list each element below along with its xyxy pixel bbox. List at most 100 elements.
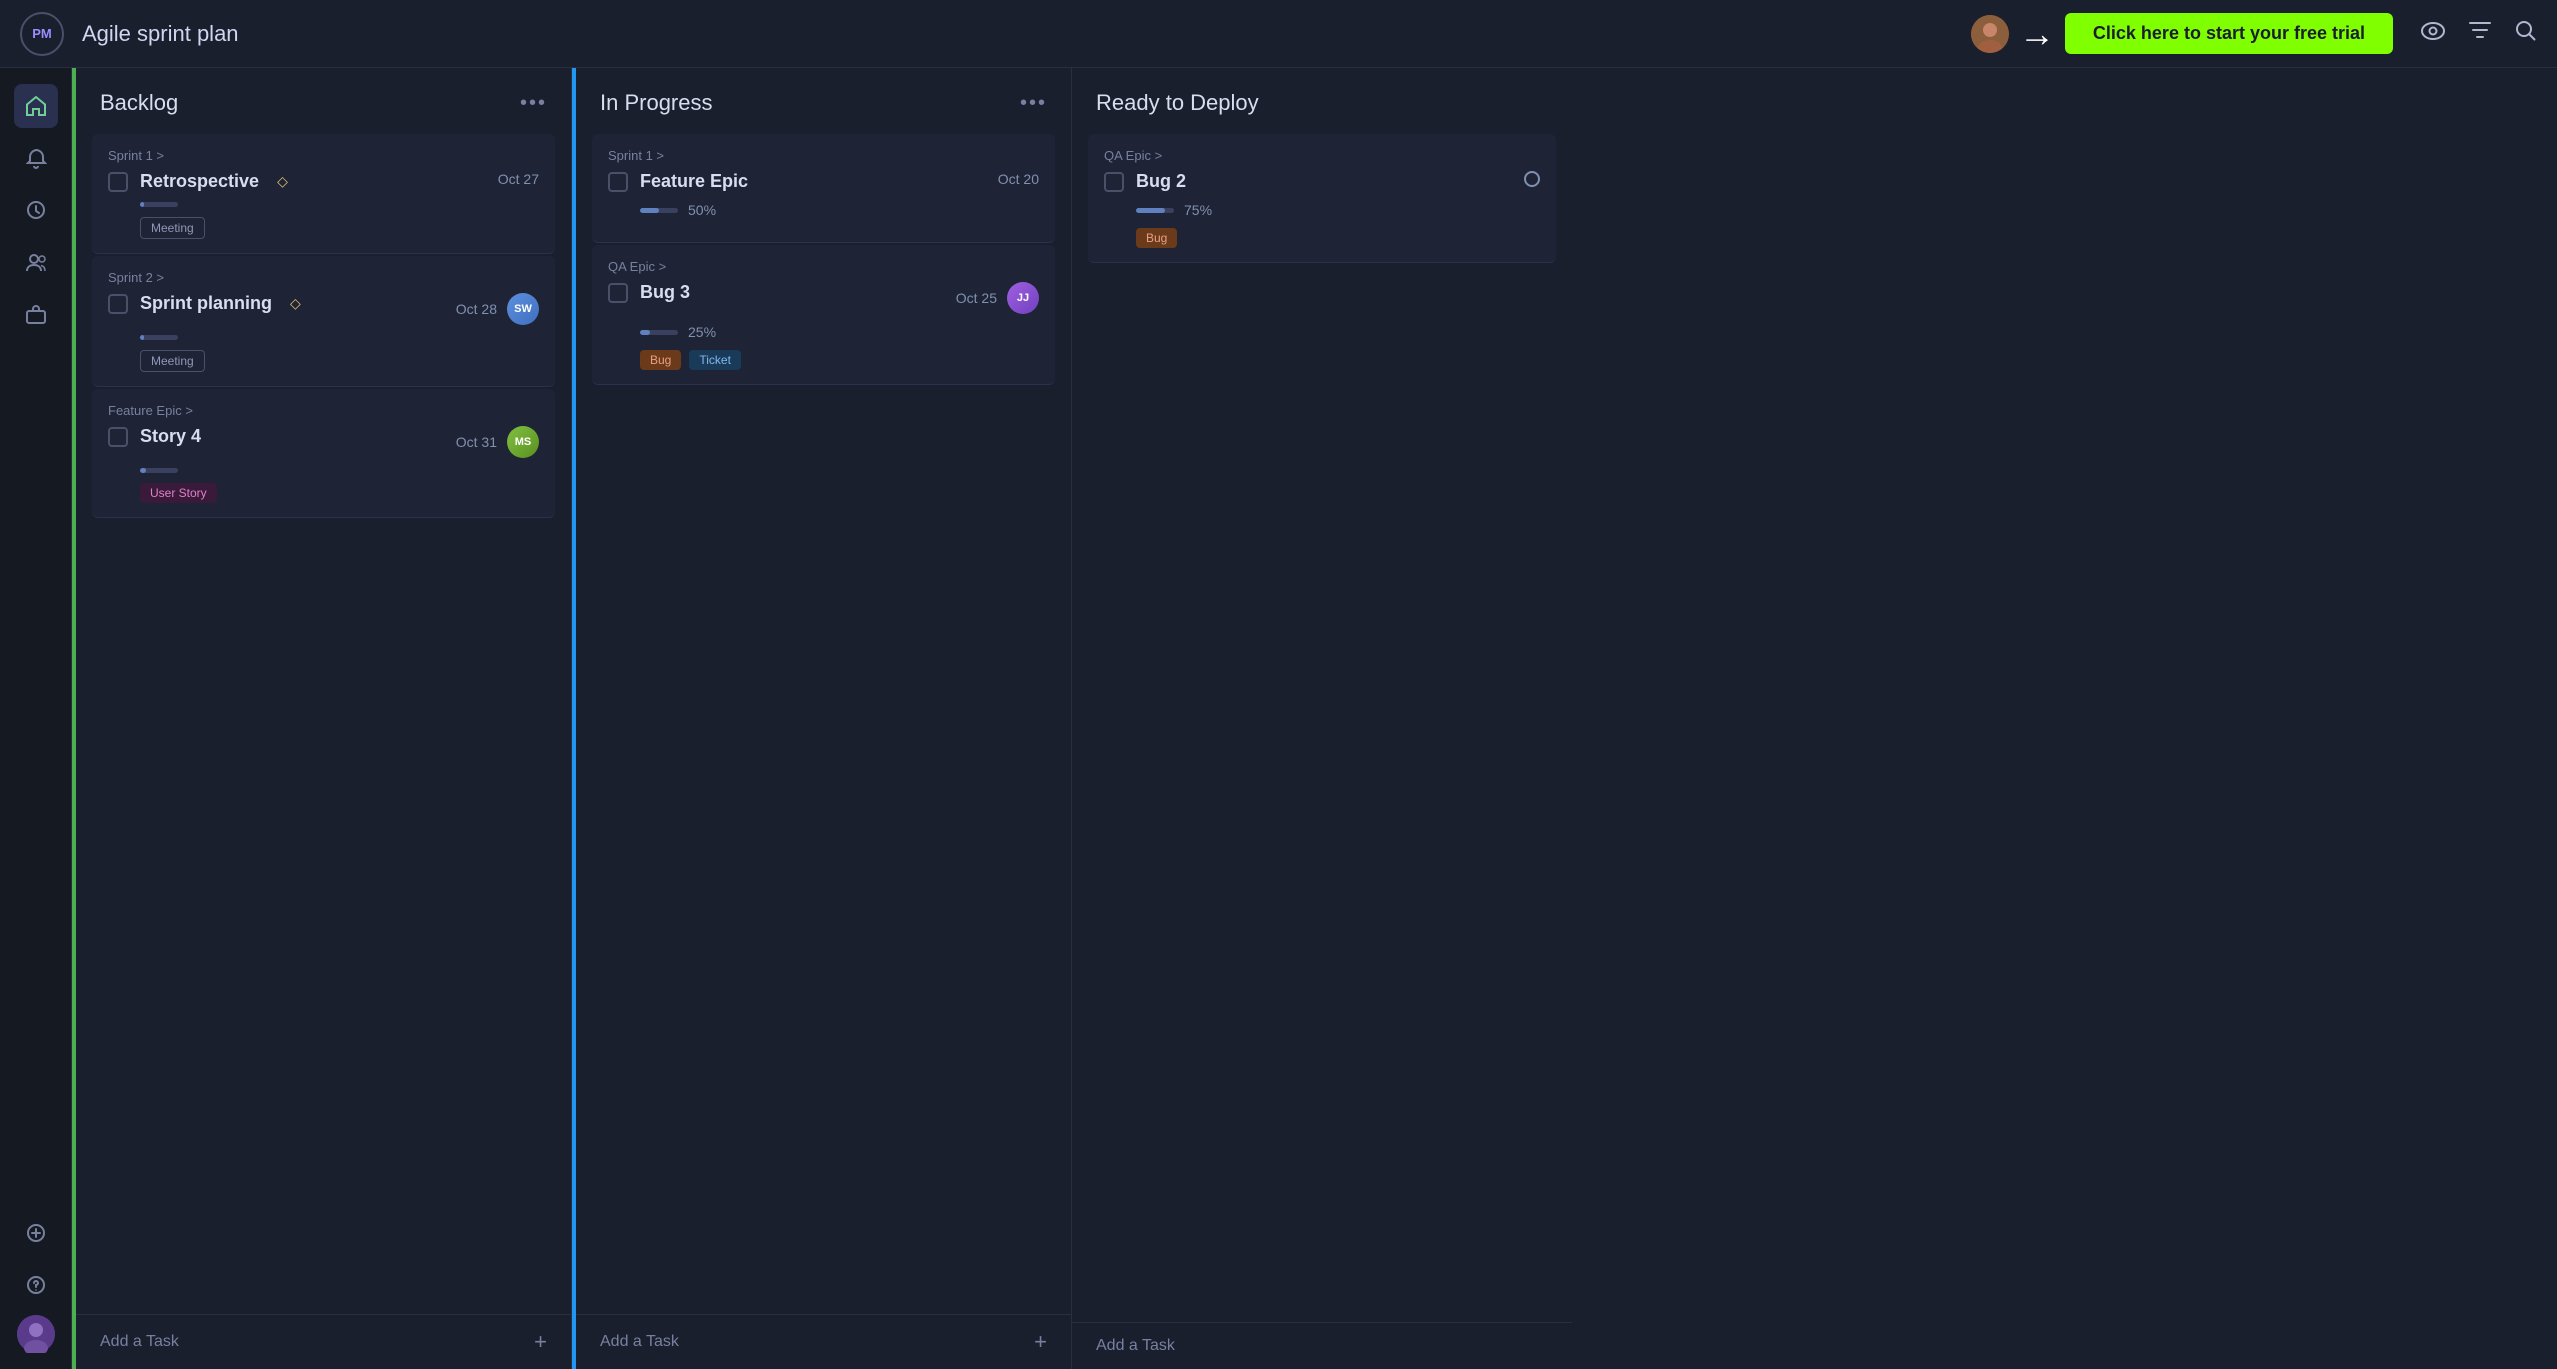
progress-bar-fill — [140, 468, 146, 473]
tag-meeting: Meeting — [140, 350, 205, 372]
card-date: Oct 20 — [998, 171, 1039, 187]
card-right-actions: Oct 28 SW — [446, 293, 539, 325]
card-bug2: QA Epic > Bug 2 75% — [1088, 134, 1556, 263]
progress-bar-bg — [640, 330, 678, 335]
card-tags: Bug — [1136, 228, 1540, 248]
board-area: Backlog ••• Sprint 1 > Retrospective ◇ O… — [72, 68, 2557, 1369]
card-title: Sprint planning — [140, 293, 272, 314]
tag-ticket: Ticket — [689, 350, 741, 370]
column-header-readytodeploy: Ready to Deploy — [1072, 68, 1572, 134]
progress-text: 25% — [688, 324, 716, 340]
sidebar-item-home[interactable] — [14, 84, 58, 128]
card-epic: Feature Epic > — [108, 403, 539, 418]
column-header-inprogress: In Progress ••• — [576, 68, 1071, 134]
filter-icon[interactable] — [2469, 21, 2491, 47]
card-progress-row — [140, 202, 539, 207]
sidebar-item-portfolio[interactable] — [14, 292, 58, 336]
card-tags: Meeting — [140, 350, 539, 372]
tag-bug: Bug — [640, 350, 681, 370]
card-list-inprogress: Sprint 1 > Feature Epic Oct 20 50% — [576, 134, 1071, 1314]
progress-bar-bg — [140, 468, 178, 473]
sidebar-item-people[interactable] — [14, 240, 58, 284]
progress-text: 75% — [1184, 202, 1212, 218]
card-title: Story 4 — [140, 426, 201, 447]
card-avatar-sw: SW — [507, 293, 539, 325]
progress-bar-fill — [140, 335, 144, 340]
sidebar-item-notifications[interactable] — [14, 136, 58, 180]
avatar-sidebar-image — [17, 1315, 55, 1353]
card-epic: Sprint 2 > — [108, 270, 539, 285]
add-task-label: Add a Task — [600, 1333, 679, 1351]
card-checkbox-title: Feature Epic — [608, 171, 748, 192]
user-avatar-sidebar[interactable] — [17, 1315, 55, 1353]
add-task-backlog[interactable]: Add a Task + — [76, 1314, 571, 1369]
card-top-row: Sprint planning ◇ Oct 28 SW — [108, 293, 539, 325]
column-title-inprogress: In Progress — [600, 90, 713, 116]
card-checkbox[interactable] — [608, 283, 628, 303]
column-readytodeploy: Ready to Deploy QA Epic > Bug 2 — [1072, 68, 1572, 1369]
card-checkbox[interactable] — [108, 172, 128, 192]
column-inprogress: In Progress ••• Sprint 1 > Feature Epic … — [572, 68, 1072, 1369]
card-checkbox-title: Sprint planning ◇ — [108, 293, 301, 314]
progress-text: 50% — [688, 202, 716, 218]
progress-bar-bg — [1136, 208, 1174, 213]
card-title: Feature Epic — [640, 171, 748, 192]
card-checkbox-title: Retrospective ◇ — [108, 171, 288, 192]
card-progress-row: 50% — [640, 202, 1039, 218]
progress-bar-fill — [140, 202, 144, 207]
card-checkbox[interactable] — [108, 427, 128, 447]
sidebar-bottom — [17, 1315, 55, 1353]
card-checkbox-title: Story 4 — [108, 426, 201, 447]
card-title: Bug 3 — [640, 282, 690, 303]
column-header-backlog: Backlog ••• — [76, 68, 571, 134]
card-top-row: Bug 3 Oct 25 JJ — [608, 282, 1039, 314]
add-task-inprogress[interactable]: Add a Task + — [576, 1314, 1071, 1369]
column-title-readytodeploy: Ready to Deploy — [1096, 90, 1259, 116]
card-checkbox[interactable] — [108, 294, 128, 314]
tag-bug: Bug — [1136, 228, 1177, 248]
header: PM Agile sprint plan → Click here to sta… — [0, 0, 2557, 68]
card-date: Oct 27 — [498, 171, 539, 187]
sidebar — [0, 68, 72, 1369]
card-title: Retrospective — [140, 171, 259, 192]
card-right-actions: Oct 31 MS — [446, 426, 539, 458]
sidebar-item-help[interactable] — [14, 1263, 58, 1307]
avatar-image — [1971, 15, 2009, 53]
card-date: Oct 28 — [456, 301, 497, 317]
add-task-label: Add a Task — [100, 1333, 179, 1351]
progress-bar-fill — [640, 208, 659, 213]
card-sprint-planning: Sprint 2 > Sprint planning ◇ Oct 28 SW — [92, 256, 555, 387]
card-list-readytodeploy: QA Epic > Bug 2 75% — [1072, 134, 1572, 1322]
search-icon[interactable] — [2515, 20, 2537, 48]
card-checkbox[interactable] — [1104, 172, 1124, 192]
card-avatar-jj: JJ — [1007, 282, 1039, 314]
add-task-label: Add a Task — [1096, 1337, 1175, 1355]
card-tags: Meeting — [140, 217, 539, 239]
add-task-readytodeploy[interactable]: Add a Task — [1072, 1322, 1572, 1369]
eye-icon[interactable] — [2421, 22, 2445, 46]
card-checkbox-title: Bug 3 — [608, 282, 690, 303]
add-task-icon: + — [1034, 1329, 1047, 1355]
card-progress-row: 75% — [1136, 202, 1540, 218]
card-progress-row — [140, 335, 539, 340]
sidebar-item-recent[interactable] — [14, 188, 58, 232]
card-right-actions: Oct 25 JJ — [946, 282, 1039, 314]
column-menu-backlog[interactable]: ••• — [520, 92, 547, 115]
user-avatar-header[interactable] — [1971, 15, 2009, 53]
column-backlog: Backlog ••• Sprint 1 > Retrospective ◇ O… — [72, 68, 572, 1369]
app-logo: PM — [20, 12, 64, 56]
tag-userstory: User Story — [140, 483, 217, 503]
free-trial-button[interactable]: Click here to start your free trial — [2065, 13, 2393, 54]
card-progress-row: 25% — [640, 324, 1039, 340]
header-icons — [2421, 20, 2537, 48]
tag-meeting: Meeting — [140, 217, 205, 239]
column-menu-inprogress[interactable]: ••• — [1020, 92, 1047, 115]
card-checkbox[interactable] — [608, 172, 628, 192]
sidebar-item-add[interactable] — [14, 1211, 58, 1255]
card-retrospective: Sprint 1 > Retrospective ◇ Oct 27 — [92, 134, 555, 254]
progress-bar-bg — [140, 335, 178, 340]
page-title: Agile sprint plan — [82, 21, 1957, 47]
diamond-icon: ◇ — [277, 173, 288, 190]
card-avatar-ms: MS — [507, 426, 539, 458]
card-epic: QA Epic > — [1104, 148, 1540, 163]
